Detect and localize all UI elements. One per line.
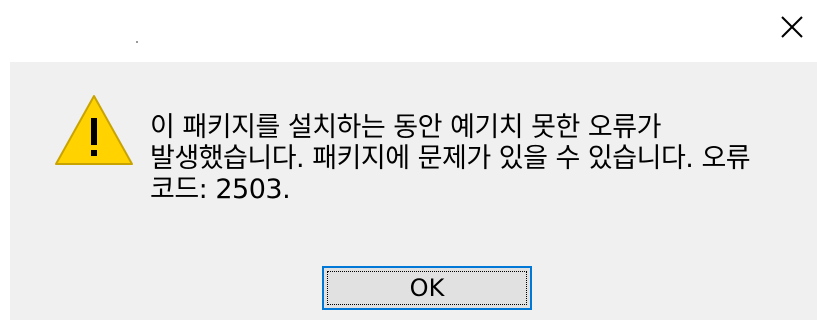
ok-button-label: OK xyxy=(409,274,445,302)
error-message: 이 패키지를 설치하는 동안 예기치 못한 오류가 발생했습니다. 패키지에 문… xyxy=(150,112,751,205)
title-bar-mark xyxy=(136,41,138,43)
close-button[interactable] xyxy=(772,8,812,46)
title-bar xyxy=(0,0,817,62)
dialog-body: 이 패키지를 설치하는 동안 예기치 못한 오류가 발생했습니다. 패키지에 문… xyxy=(10,62,817,320)
close-icon xyxy=(781,16,803,38)
warning-icon xyxy=(55,95,133,165)
error-dialog: 이 패키지를 설치하는 동안 예기치 못한 오류가 발생했습니다. 패키지에 문… xyxy=(0,0,817,320)
ok-button[interactable]: OK xyxy=(322,266,532,310)
